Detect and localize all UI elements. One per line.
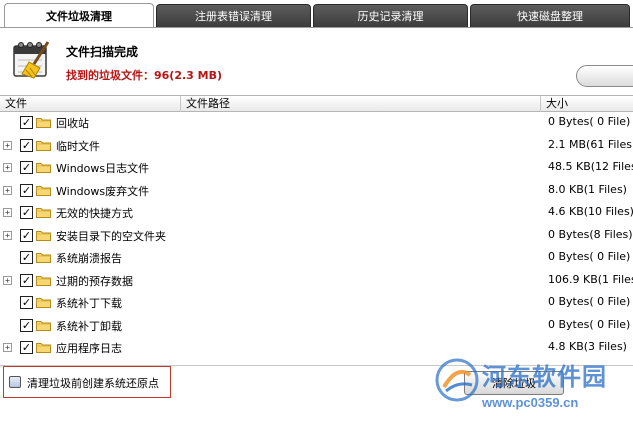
row-size: 0 Bytes( 0 File) xyxy=(548,115,631,128)
restore-point-option[interactable]: 清理垃圾前创建系统还原点 xyxy=(3,366,171,398)
row-checkbox[interactable]: ✓ xyxy=(20,318,33,332)
junk-found-summary: 找到的垃圾文件：96(2.3 MB) xyxy=(66,69,223,82)
row-name: Windows日志文件 xyxy=(56,162,150,175)
expand-icon[interactable]: + xyxy=(3,275,12,285)
row-size: 4.6 KB(10 Files) xyxy=(548,205,633,218)
row-name: 过期的预存数据 xyxy=(56,274,133,288)
row-name: 系统崩溃报告 xyxy=(56,252,122,265)
table-row[interactable]: + ✓ 过期的预存数据 106.9 KB(1 Files) xyxy=(0,270,633,293)
row-checkbox[interactable]: ✓ xyxy=(20,251,33,264)
row-checkbox[interactable]: ✓ xyxy=(20,116,33,129)
table-row[interactable]: + ✓ 临时文件 2.1 MB(61 Files) xyxy=(0,135,633,158)
row-checkbox[interactable]: ✓ xyxy=(20,296,33,309)
table-row[interactable]: ✓ 系统补丁卸载 0 Bytes( 0 File) xyxy=(0,315,633,338)
row-size: 0 Bytes(8 Files) xyxy=(548,227,633,241)
expand-icon[interactable]: + xyxy=(3,208,12,217)
row-name: 应用程序日志 xyxy=(56,342,122,355)
row-name: 临时文件 xyxy=(56,139,100,153)
folder-icon xyxy=(36,253,51,263)
table-row[interactable]: ✓ 回收站 0 Bytes( 0 File) xyxy=(0,112,633,135)
expand-icon[interactable]: + xyxy=(3,185,12,195)
folder-icon xyxy=(36,230,51,241)
table-row[interactable]: + ✓ 应用程序日志 4.8 KB(3 Files) xyxy=(0,337,633,360)
folder-icon xyxy=(36,163,51,173)
expand-icon[interactable]: + xyxy=(3,343,12,352)
table-row[interactable]: ✓ 系统崩溃报告 0 Bytes( 0 File) xyxy=(0,247,633,270)
expand-icon[interactable]: + xyxy=(3,163,12,172)
row-size: 4.8 KB(3 Files) xyxy=(548,340,627,353)
table-row[interactable]: ✓ 系统补丁下载 0 Bytes( 0 File) xyxy=(0,292,633,315)
column-header-size[interactable]: 大小 xyxy=(540,96,633,112)
clean-junk-button[interactable]: 清除垃圾 xyxy=(464,371,564,395)
table-row[interactable]: + ✓ Windows废弃文件 8.0 KB(1 Files) xyxy=(0,180,633,203)
row-size: 0 Bytes( 0 File) xyxy=(548,295,631,308)
tab-file-junk-clean[interactable]: 文件垃圾清理 xyxy=(4,3,154,28)
table-row[interactable]: + ✓ 无效的快捷方式 4.6 KB(10 Files) xyxy=(0,202,633,225)
row-size: 48.5 KB(12 Files) xyxy=(548,160,633,173)
row-name: Windows废弃文件 xyxy=(56,184,150,198)
restore-point-label: 清理垃圾前创建系统还原点 xyxy=(27,377,159,390)
folder-icon xyxy=(36,185,51,196)
folder-icon xyxy=(36,298,51,308)
folder-icon xyxy=(36,275,51,286)
calendar-broom-icon xyxy=(13,41,50,79)
folder-icon xyxy=(36,208,51,218)
row-size: 106.9 KB(1 Files) xyxy=(548,272,633,286)
row-size: 8.0 KB(1 Files) xyxy=(548,182,627,196)
row-name: 系统补丁卸载 xyxy=(56,319,122,333)
row-checkbox[interactable]: ✓ xyxy=(20,161,33,174)
row-size: 0 Bytes( 0 File) xyxy=(548,250,631,263)
table-row[interactable]: + ✓ 安装目录下的空文件夹 0 Bytes(8 Files) xyxy=(0,225,633,248)
table-row[interactable]: + ✓ Windows日志文件 48.5 KB(12 Files) xyxy=(0,157,633,180)
column-header-file[interactable]: 文件 xyxy=(0,96,180,112)
folder-icon xyxy=(36,320,51,331)
tab-registry-clean[interactable]: 注册表错误清理 xyxy=(156,4,311,27)
folder-icon xyxy=(36,118,51,128)
folder-icon xyxy=(36,343,51,353)
restore-point-checkbox[interactable] xyxy=(9,376,21,388)
row-checkbox[interactable]: ✓ xyxy=(20,138,33,152)
row-size: 2.1 MB(61 Files) xyxy=(548,137,633,151)
row-checkbox[interactable]: ✓ xyxy=(20,341,33,354)
tab-history-clean[interactable]: 历史记录清理 xyxy=(313,4,468,27)
row-checkbox[interactable]: ✓ xyxy=(20,273,33,287)
row-size: 0 Bytes( 0 File) xyxy=(548,317,631,331)
row-name: 系统补丁下载 xyxy=(56,297,122,310)
row-checkbox[interactable]: ✓ xyxy=(20,206,33,219)
column-header-path[interactable]: 文件路径 xyxy=(180,96,540,112)
row-checkbox[interactable]: ✓ xyxy=(20,183,33,197)
table-header: 文件 文件路径 大小 xyxy=(0,95,633,112)
expand-icon[interactable]: + xyxy=(3,230,12,240)
scan-complete-title: 文件扫描完成 xyxy=(66,45,139,59)
junk-file-table: 文件 文件路径 大小 ✓ 回收站 0 Bytes( 0 File) + ✓ 临时文件 2.1… xyxy=(0,95,633,365)
row-name: 回收站 xyxy=(56,117,89,130)
tab-bar: 文件垃圾清理 注册表错误清理 历史记录清理 快速磁盘整理 xyxy=(0,0,633,28)
tab-disk-defrag[interactable]: 快速磁盘整理 xyxy=(470,4,630,27)
expand-icon[interactable]: + xyxy=(3,140,12,150)
row-name: 无效的快捷方式 xyxy=(56,207,133,220)
scan-result-header: 文件扫描完成 找到的垃圾文件：96(2.3 MB) xyxy=(0,27,633,95)
row-name: 安装目录下的空文件夹 xyxy=(56,229,166,243)
folder-icon xyxy=(36,140,51,151)
footer-bar: 清理垃圾前创建系统还原点 清除垃圾 xyxy=(0,365,633,425)
header-action-button[interactable] xyxy=(576,65,633,87)
row-checkbox[interactable]: ✓ xyxy=(20,228,33,242)
